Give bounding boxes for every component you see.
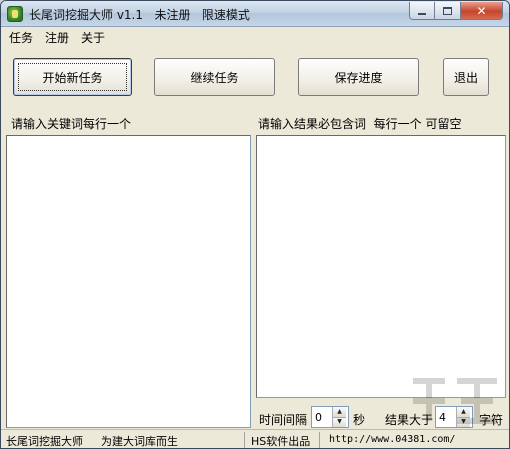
required-words-label: 请输入结果必包含词 每行一个 可留空 [258,117,462,131]
keywords-textbox[interactable] [6,135,251,428]
status-url[interactable]: http://www.04381.com/ [329,434,455,445]
window-controls: ✕ [409,2,503,20]
title-bar[interactable]: 长尾词挖掘大师 v1.1 未注册 限速模式 ✕ [1,1,509,27]
status-app-name: 长尾词挖掘大师 [6,435,83,448]
interval-spin-buttons: ▲ ▼ [332,407,346,427]
interval-stepper[interactable]: ▲ ▼ [311,406,349,428]
minimize-button[interactable] [409,2,435,20]
status-bar: 长尾词挖掘大师 为建大词库而生 HS软件出品 http://www.04381.… [1,429,509,448]
menu-register[interactable]: 注册 [45,29,69,46]
status-slogan: 为建大词库而生 [101,435,178,448]
continue-task-button[interactable]: 继续任务 [154,58,275,96]
required-words-textbox[interactable] [256,135,506,398]
required-words-input[interactable] [257,136,505,397]
interval-label: 时间间隔 [259,413,308,427]
status-separator [319,432,320,448]
keywords-input[interactable] [7,136,250,427]
main-window: 长尾词挖掘大师 v1.1 未注册 限速模式 ✕ 任务 注册 关于 开始新任务 继… [0,0,510,449]
minimize-icon [418,12,426,15]
interval-unit: 秒 [353,413,366,427]
watermark-logo-icon [413,378,497,424]
keywords-label: 请输入关键词每行一个 [11,117,132,131]
save-progress-label: 保存进度 [334,70,383,85]
start-new-task-button[interactable]: 开始新任务 [13,58,132,96]
menu-about[interactable]: 关于 [81,29,105,46]
status-separator [244,432,245,448]
interval-input[interactable] [312,407,332,427]
menu-bar: 任务 注册 关于 [1,27,509,47]
window-title: 长尾词挖掘大师 v1.1 未注册 限速模式 [29,8,250,22]
exit-label: 退出 [453,70,478,85]
continue-task-label: 继续任务 [190,70,239,85]
menu-task[interactable]: 任务 [9,29,33,46]
interval-down-arrow-icon[interactable]: ▼ [333,417,346,427]
interval-up-arrow-icon[interactable]: ▲ [333,407,346,418]
maximize-button[interactable] [435,2,461,20]
close-button[interactable]: ✕ [461,2,503,20]
close-icon: ✕ [476,3,487,18]
maximize-icon [443,6,452,15]
status-publisher: HS软件出品 [251,435,311,448]
app-icon [7,6,23,22]
exit-button[interactable]: 退出 [443,58,489,96]
save-progress-button[interactable]: 保存进度 [298,58,419,96]
focus-ring [18,63,127,91]
